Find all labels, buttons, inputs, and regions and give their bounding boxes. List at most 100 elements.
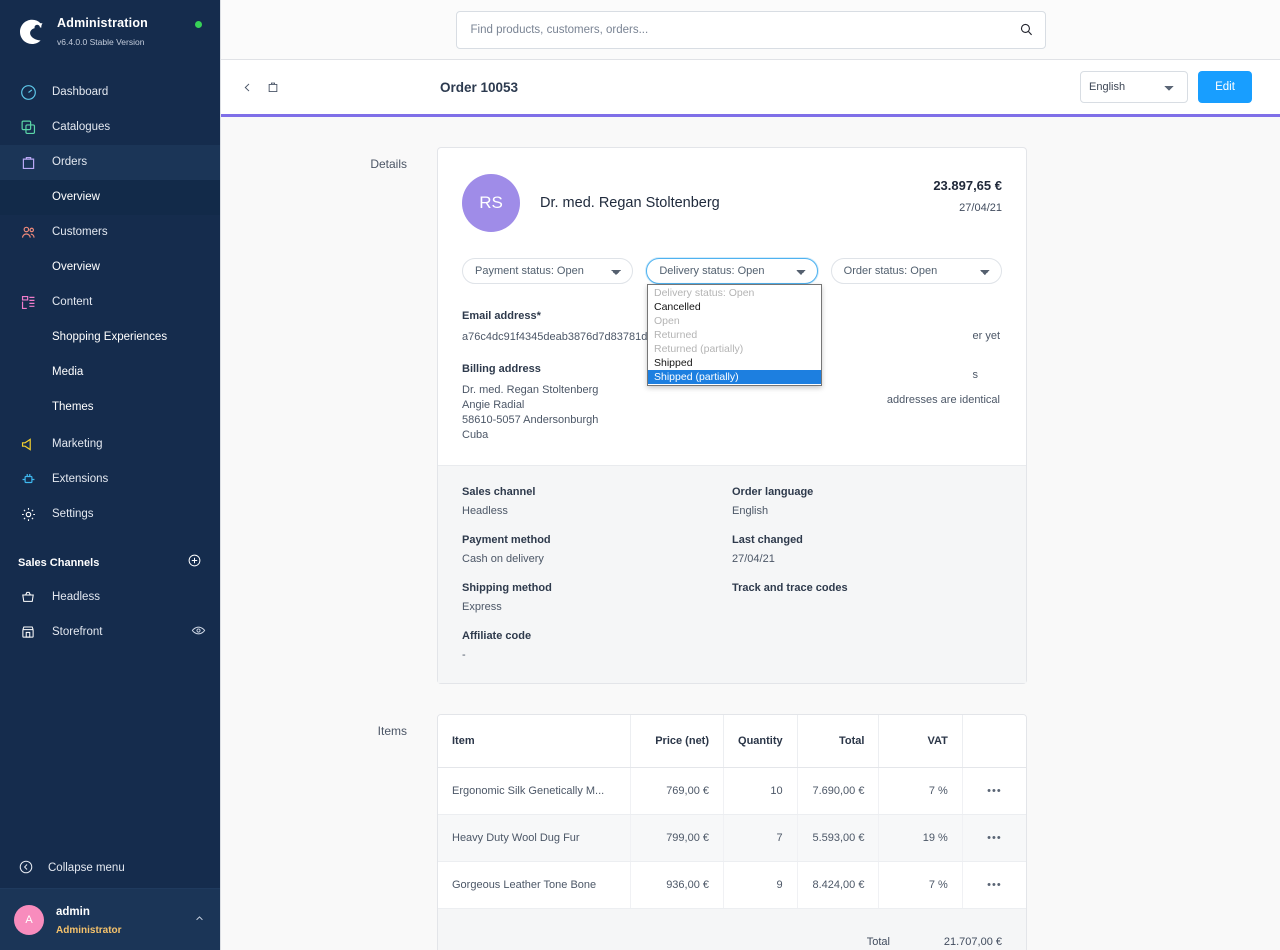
edit-button[interactable]: Edit [1198, 71, 1252, 103]
chevron-left-icon[interactable] [237, 77, 258, 98]
column-header-total[interactable]: Total [797, 715, 879, 767]
sidebar-item-media[interactable]: Media [0, 355, 220, 390]
meta-key: Affiliate code [462, 630, 732, 642]
meta-group: Affiliate code - [462, 630, 732, 661]
total-row: Total 21.707,00 € [462, 925, 1002, 950]
billing-line: Angie Radial [462, 399, 524, 411]
order-meta-section: Sales channel Headless Payment method Ca… [438, 465, 1026, 683]
table-row[interactable]: Gorgeous Leather Tone Bone 936,00 € 9 8.… [438, 861, 1026, 908]
eye-icon[interactable] [191, 623, 206, 641]
items-table-head: Item Price (net) Quantity Total VAT [438, 715, 1026, 767]
content-icon [18, 292, 38, 312]
cell-quantity: 10 [724, 767, 798, 814]
sidebar-item-marketing[interactable]: Marketing [0, 427, 220, 462]
payment-status-select[interactable]: Payment status: Open [462, 258, 633, 284]
chevron-up-icon[interactable] [193, 912, 206, 928]
customer-avatar: RS [462, 174, 520, 232]
column-header-vat[interactable]: VAT [879, 715, 962, 767]
total-value: 21.707,00 € [912, 936, 1002, 948]
sidebar-item-catalogues[interactable]: Catalogues [0, 110, 220, 145]
meta-value: Cash on delivery [462, 553, 732, 565]
column-header-item[interactable]: Item [438, 715, 630, 767]
sidebar-label: Headless [52, 591, 100, 603]
cell-price: 799,00 € [630, 814, 723, 861]
details-section-label: Details [221, 147, 437, 684]
sidebar-item-content[interactable]: Content [0, 285, 220, 320]
dropdown-option: Open [648, 314, 821, 328]
row-context-menu-icon[interactable]: ••• [962, 767, 1026, 814]
sidebar-item-customers[interactable]: Customers [0, 215, 220, 250]
column-header-price[interactable]: Price (net) [630, 715, 723, 767]
sidebar-sub-label: Overview [52, 191, 100, 203]
meta-group: Sales channel Headless [462, 486, 732, 517]
avatar: A [14, 905, 44, 935]
sidebar-item-themes[interactable]: Themes [0, 390, 220, 425]
page-actions: English Edit [1080, 71, 1252, 103]
sidebar-label: Catalogues [52, 121, 110, 133]
brand-header[interactable]: Administration v6.4.0.0 Stable Version [0, 0, 220, 67]
cell-item: Ergonomic Silk Genetically M... [438, 767, 630, 814]
meta-key: Track and trace codes [732, 582, 1002, 594]
right-col-line-3: addresses are identical [742, 393, 1002, 408]
order-totals: Total 21.707,00 € plus shipping costs 0,… [438, 909, 1026, 950]
brand-title: Administration [57, 16, 148, 30]
sidebar-item-extensions[interactable]: Extensions [0, 462, 220, 497]
meta-key: Payment method [462, 534, 732, 546]
meta-value: Express [462, 601, 732, 613]
sidebar-item-shopping-experiences[interactable]: Shopping Experiences [0, 320, 220, 355]
customers-icon [18, 222, 38, 242]
user-menu[interactable]: A admin Administrator [0, 888, 220, 950]
language-select[interactable]: English [1080, 71, 1188, 103]
meta-key: Order language [732, 486, 1002, 498]
order-amount-block: 23.897,65 € 27/04/21 [933, 178, 1002, 214]
dropdown-option: Returned (partially) [648, 342, 821, 356]
cell-vat: 7 % [879, 767, 962, 814]
sales-channels-label: Sales Channels [18, 557, 99, 569]
dropdown-option[interactable]: Delivery status: Open [648, 286, 821, 300]
sidebar-item-orders-overview[interactable]: Overview [0, 180, 220, 215]
order-date: 27/04/21 [933, 202, 1002, 214]
sidebar-item-storefront[interactable]: Storefront [0, 615, 220, 650]
plus-circle-icon[interactable] [187, 553, 202, 573]
dropdown-option-highlighted[interactable]: Shipped (partially) [648, 370, 821, 384]
sidebar-label: Settings [52, 508, 94, 520]
orders-module-icon[interactable] [266, 80, 280, 94]
sidebar-label: Dashboard [52, 86, 108, 98]
sidebar-item-settings[interactable]: Settings [0, 497, 220, 532]
sales-channels-header: Sales Channels [0, 546, 220, 580]
column-header-quantity[interactable]: Quantity [724, 715, 798, 767]
meta-key: Sales channel [462, 486, 732, 498]
sidebar-sub-label: Overview [52, 261, 100, 273]
dropdown-option[interactable]: Cancelled [648, 300, 821, 314]
status-selects-row: Payment status: Open Delivery status: Op… [462, 258, 1002, 284]
sidebar-label: Marketing [52, 438, 103, 450]
row-context-menu-icon[interactable]: ••• [962, 814, 1026, 861]
customer-row: RS Dr. med. Regan Stoltenberg [462, 174, 1002, 232]
search-icon[interactable] [1019, 22, 1034, 42]
details-card-top: RS Dr. med. Regan Stoltenberg 23.897,65 … [438, 148, 1026, 465]
delivery-status-dropdown-list[interactable]: Delivery status: Open Cancelled Open Ret… [647, 284, 822, 386]
delivery-status-select[interactable]: Delivery status: Open [646, 258, 817, 284]
sidebar-item-headless[interactable]: Headless [0, 580, 220, 615]
extensions-icon [18, 469, 38, 489]
meta-value: - [462, 649, 732, 661]
billing-line: 58610-5057 Andersonburgh [462, 414, 598, 426]
row-context-menu-icon[interactable]: ••• [962, 861, 1026, 908]
table-header-row: Item Price (net) Quantity Total VAT [438, 715, 1026, 767]
main-area: Order 10053 English Edit Details RS Dr. … [220, 0, 1280, 950]
collapse-menu-button[interactable]: Collapse menu [0, 848, 220, 888]
meta-group: Shipping method Express [462, 582, 732, 613]
sidebar-item-orders[interactable]: Orders [0, 145, 220, 180]
order-status-select[interactable]: Order status: Open [831, 258, 1002, 284]
items-section: Items Item Price (net) Quantity Total VA… [221, 714, 1280, 950]
customer-name: Dr. med. Regan Stoltenberg [540, 195, 720, 211]
search-input[interactable] [456, 11, 1046, 49]
dropdown-option[interactable]: Shipped [648, 356, 821, 370]
cell-price: 769,00 € [630, 767, 723, 814]
sidebar-item-customers-overview[interactable]: Overview [0, 250, 220, 285]
table-row[interactable]: Heavy Duty Wool Dug Fur 799,00 € 7 5.593… [438, 814, 1026, 861]
sidebar-item-dashboard[interactable]: Dashboard [0, 75, 220, 110]
orders-icon [18, 152, 38, 172]
table-row[interactable]: Ergonomic Silk Genetically M... 769,00 €… [438, 767, 1026, 814]
meta-group: Last changed 27/04/21 [732, 534, 1002, 565]
